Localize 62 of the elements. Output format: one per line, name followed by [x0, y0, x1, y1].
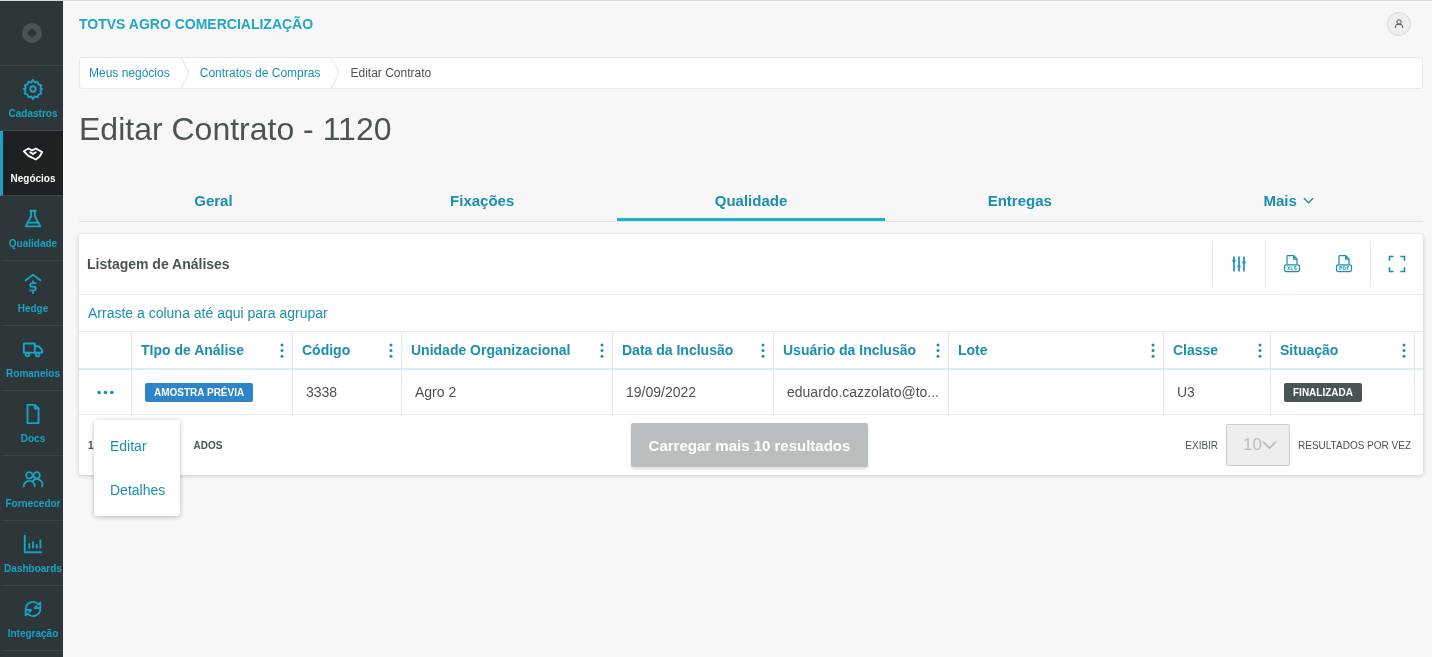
per-page-label: RESULTADOS POR VEZ — [1298, 439, 1411, 451]
result-count: ADOS — [193, 439, 223, 451]
tab[interactable]: Qualidade — [616, 183, 886, 221]
column-header[interactable]: Unidade Organizacional — [411, 342, 571, 358]
tab[interactable]: Geral — [79, 183, 348, 221]
column-header[interactable]: Classe — [1173, 342, 1219, 358]
column-menu-icon[interactable] — [1258, 342, 1262, 358]
status-tag: AMOSTRA PRÉVIA — [145, 382, 254, 402]
card-title: Listagem de Análises — [87, 256, 230, 272]
page-title: Editar Contrato - 1120 — [79, 111, 393, 149]
user-avatar-icon[interactable] — [1387, 12, 1411, 36]
table-cell: U3 — [1177, 384, 1195, 400]
sidebar-item[interactable]: Fornecedor — [0, 456, 63, 521]
load-more-button[interactable]: Carregar mais 10 resultados — [630, 423, 869, 467]
column-menu-icon[interactable] — [600, 342, 604, 358]
column-header[interactable]: Situação — [1280, 342, 1339, 358]
status-tag: FINALIZADA — [1284, 382, 1362, 402]
chevron-down-icon — [1302, 196, 1314, 205]
column-header[interactable]: TIpo de Análise — [141, 342, 244, 358]
table-cell: Agro 2 — [415, 384, 457, 400]
table-cell: eduardo.cazzolato@to... — [787, 384, 939, 400]
column-header[interactable]: Usuário da Inclusão — [783, 342, 917, 358]
dollar-icon — [22, 272, 44, 295]
sidebar-item[interactable]: Integração — [0, 586, 63, 651]
gear-icon — [22, 77, 44, 100]
sidebar-item[interactable]: Hedge — [0, 261, 63, 326]
fullscreen-icon[interactable] — [1387, 253, 1407, 275]
result-count: 1 — [88, 439, 94, 451]
sidebar-item[interactable]: Qualidade — [0, 196, 63, 261]
column-menu-icon[interactable] — [761, 342, 765, 358]
sidebar-item[interactable]: Negócios — [0, 131, 63, 196]
breadcrumb-link[interactable]: Contratos de Compras — [199, 66, 321, 80]
column-menu-icon[interactable] — [280, 342, 284, 358]
column-menu-icon[interactable] — [1402, 342, 1406, 358]
tab[interactable]: Entregas — [885, 183, 1155, 221]
sidebar-item[interactable]: Dashboards — [0, 521, 63, 586]
table-cell: 19/09/2022 — [626, 384, 697, 400]
pdf-file-icon[interactable] — [1334, 253, 1354, 275]
show-label: EXIBIR — [1185, 439, 1219, 451]
column-header[interactable]: Data da Inclusão — [622, 342, 734, 358]
group-hint: Arraste a coluna até aqui para agrupar — [88, 305, 328, 321]
column-menu-icon[interactable] — [389, 342, 393, 358]
column-menu-icon[interactable] — [1151, 342, 1155, 358]
xls-file-icon[interactable] — [1282, 253, 1302, 275]
logo-icon — [19, 21, 44, 45]
column-header[interactable]: Lote — [958, 342, 988, 358]
column-header[interactable]: Código — [302, 342, 351, 358]
tab[interactable]: Mais — [1154, 183, 1423, 221]
sidebar-item[interactable]: Docs — [0, 391, 63, 456]
column-menu-icon[interactable] — [936, 342, 940, 358]
breadcrumb-link[interactable]: Editar Contrato — [350, 66, 432, 80]
bar-chart-icon — [22, 532, 44, 555]
table-cell: 3338 — [306, 384, 338, 400]
menu-item[interactable]: Editar — [94, 424, 180, 468]
breadcrumb-link[interactable]: Meus negócios — [89, 66, 170, 80]
app-title: TOTVS AGRO COMERCIALIZAÇÃO — [79, 16, 314, 32]
row-actions-icon[interactable] — [96, 389, 114, 395]
menu-item[interactable]: Detalhes — [94, 468, 180, 512]
flask-icon — [22, 207, 44, 230]
tab[interactable]: Fixações — [347, 183, 617, 221]
sidebar-item[interactable]: Romaneios — [0, 326, 63, 391]
chevron-down-icon — [1262, 440, 1277, 450]
